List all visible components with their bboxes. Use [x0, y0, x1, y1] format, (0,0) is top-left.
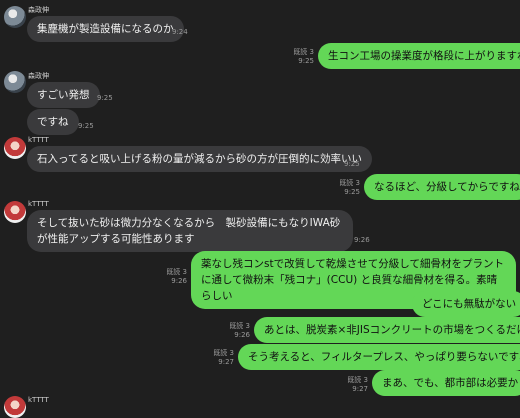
sender-name: 森政伸	[28, 6, 49, 14]
timestamp: 9:25	[78, 122, 94, 130]
read-receipt: 既読 3	[347, 376, 368, 384]
timestamp: 9:25	[344, 160, 360, 168]
timestamp: 9:25	[97, 94, 113, 102]
read-receipt: 既読 3	[339, 179, 360, 187]
message-bubble[interactable]: どこにも無駄がない	[412, 291, 520, 317]
avatar[interactable]	[4, 201, 26, 223]
timestamp: 9:27	[352, 385, 368, 393]
message-bubble[interactable]: まあ、でも、都市部は必要か	[372, 370, 520, 396]
message-bubble[interactable]: 集塵機が製造設備になるのか	[27, 16, 184, 42]
message-bubble[interactable]: なるほど、分級してからですね	[364, 174, 520, 200]
message-bubble[interactable]: ですね	[27, 109, 79, 135]
timestamp: 9:27	[218, 358, 234, 366]
sender-name: kTTTT	[28, 200, 49, 208]
timestamp: 9:25	[344, 188, 360, 196]
message-bubble[interactable]: 石入ってると吸い上げる粉の量が減るから砂の方が圧倒的に効率いい	[27, 146, 372, 172]
avatar[interactable]	[4, 396, 26, 418]
sender-name: kTTTT	[28, 136, 49, 144]
sender-name: kTTTT	[28, 396, 49, 404]
message-bubble[interactable]: すごい発想	[27, 82, 100, 108]
avatar[interactable]	[4, 6, 26, 28]
read-receipt: 既読 3	[229, 322, 250, 330]
avatar[interactable]	[4, 71, 26, 93]
timestamp: 9:26	[171, 277, 187, 285]
read-receipt: 既読 3	[166, 268, 187, 276]
timestamp: 9:25	[298, 57, 314, 65]
message-bubble[interactable]: そう考えると、フィルタープレス、やっぱり要らないですね	[238, 344, 520, 370]
read-receipt: 既読 3	[213, 349, 234, 357]
read-receipt: 既読 3	[293, 48, 314, 56]
chat-thread: 森政伸 集塵機が製造設備になるのか 9:24 既読 3 9:25 生コン工場の操…	[0, 0, 520, 418]
timestamp: 9:24	[172, 28, 188, 36]
sender-name: 森政伸	[28, 72, 49, 80]
message-bubble[interactable]: そして抜いた砂は微力分なくなるから 製砂設備にもなりIWA砂が性能アップする可能…	[27, 210, 353, 252]
message-bubble[interactable]: あとは、脱炭素×非JISコンクリートの市場をつくるだけ	[254, 317, 520, 343]
message-bubble[interactable]: 生コン工場の操業度が格段に上がりますね	[318, 43, 520, 69]
timestamp: 9:26	[354, 236, 370, 244]
timestamp: 9:26	[234, 331, 250, 339]
avatar[interactable]	[4, 137, 26, 159]
